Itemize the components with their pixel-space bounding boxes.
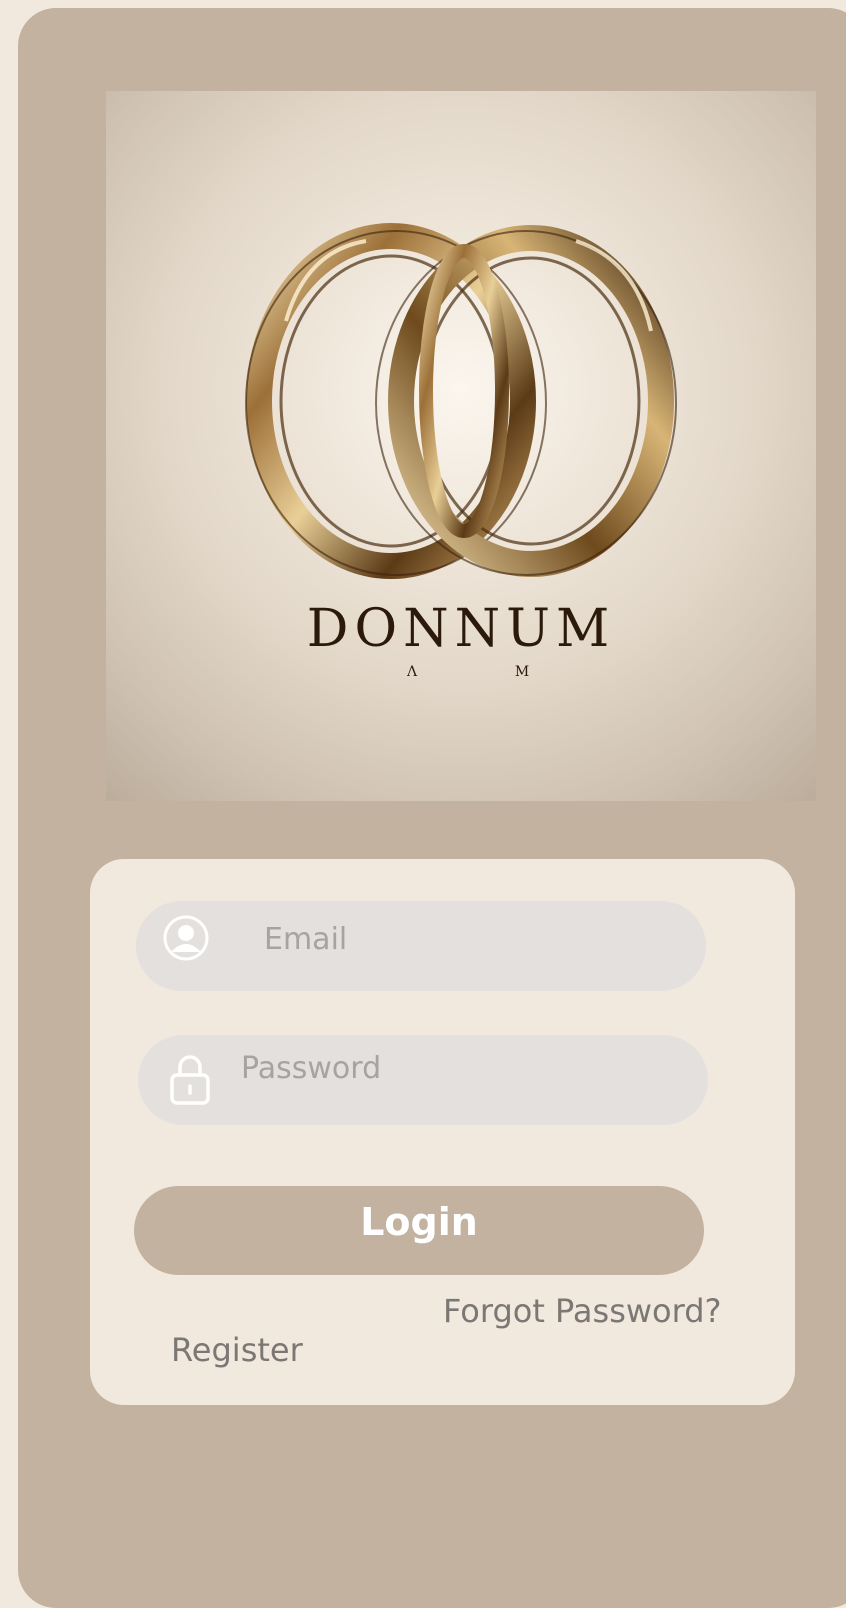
login-button[interactable]: Login: [134, 1186, 704, 1275]
svg-text:DONNUM: DONNUM: [307, 599, 615, 659]
svg-text:Λ: Λ: [406, 664, 418, 680]
email-input[interactable]: [264, 894, 684, 984]
password-field[interactable]: [138, 1023, 708, 1125]
svg-text:M: M: [515, 664, 529, 680]
login-form: Login Forgot Password? Register: [90, 859, 795, 1405]
intertwined-rings-logo-icon: DONNUM Λ M: [245, 223, 677, 680]
register-link[interactable]: Register: [171, 1331, 303, 1369]
brand-logo: DONNUM Λ M: [106, 91, 816, 801]
forgot-password-link[interactable]: Forgot Password?: [443, 1292, 722, 1330]
user-icon: [162, 914, 210, 966]
lock-icon: [168, 1053, 212, 1111]
email-field[interactable]: [136, 894, 706, 991]
password-input[interactable]: [241, 1023, 681, 1113]
